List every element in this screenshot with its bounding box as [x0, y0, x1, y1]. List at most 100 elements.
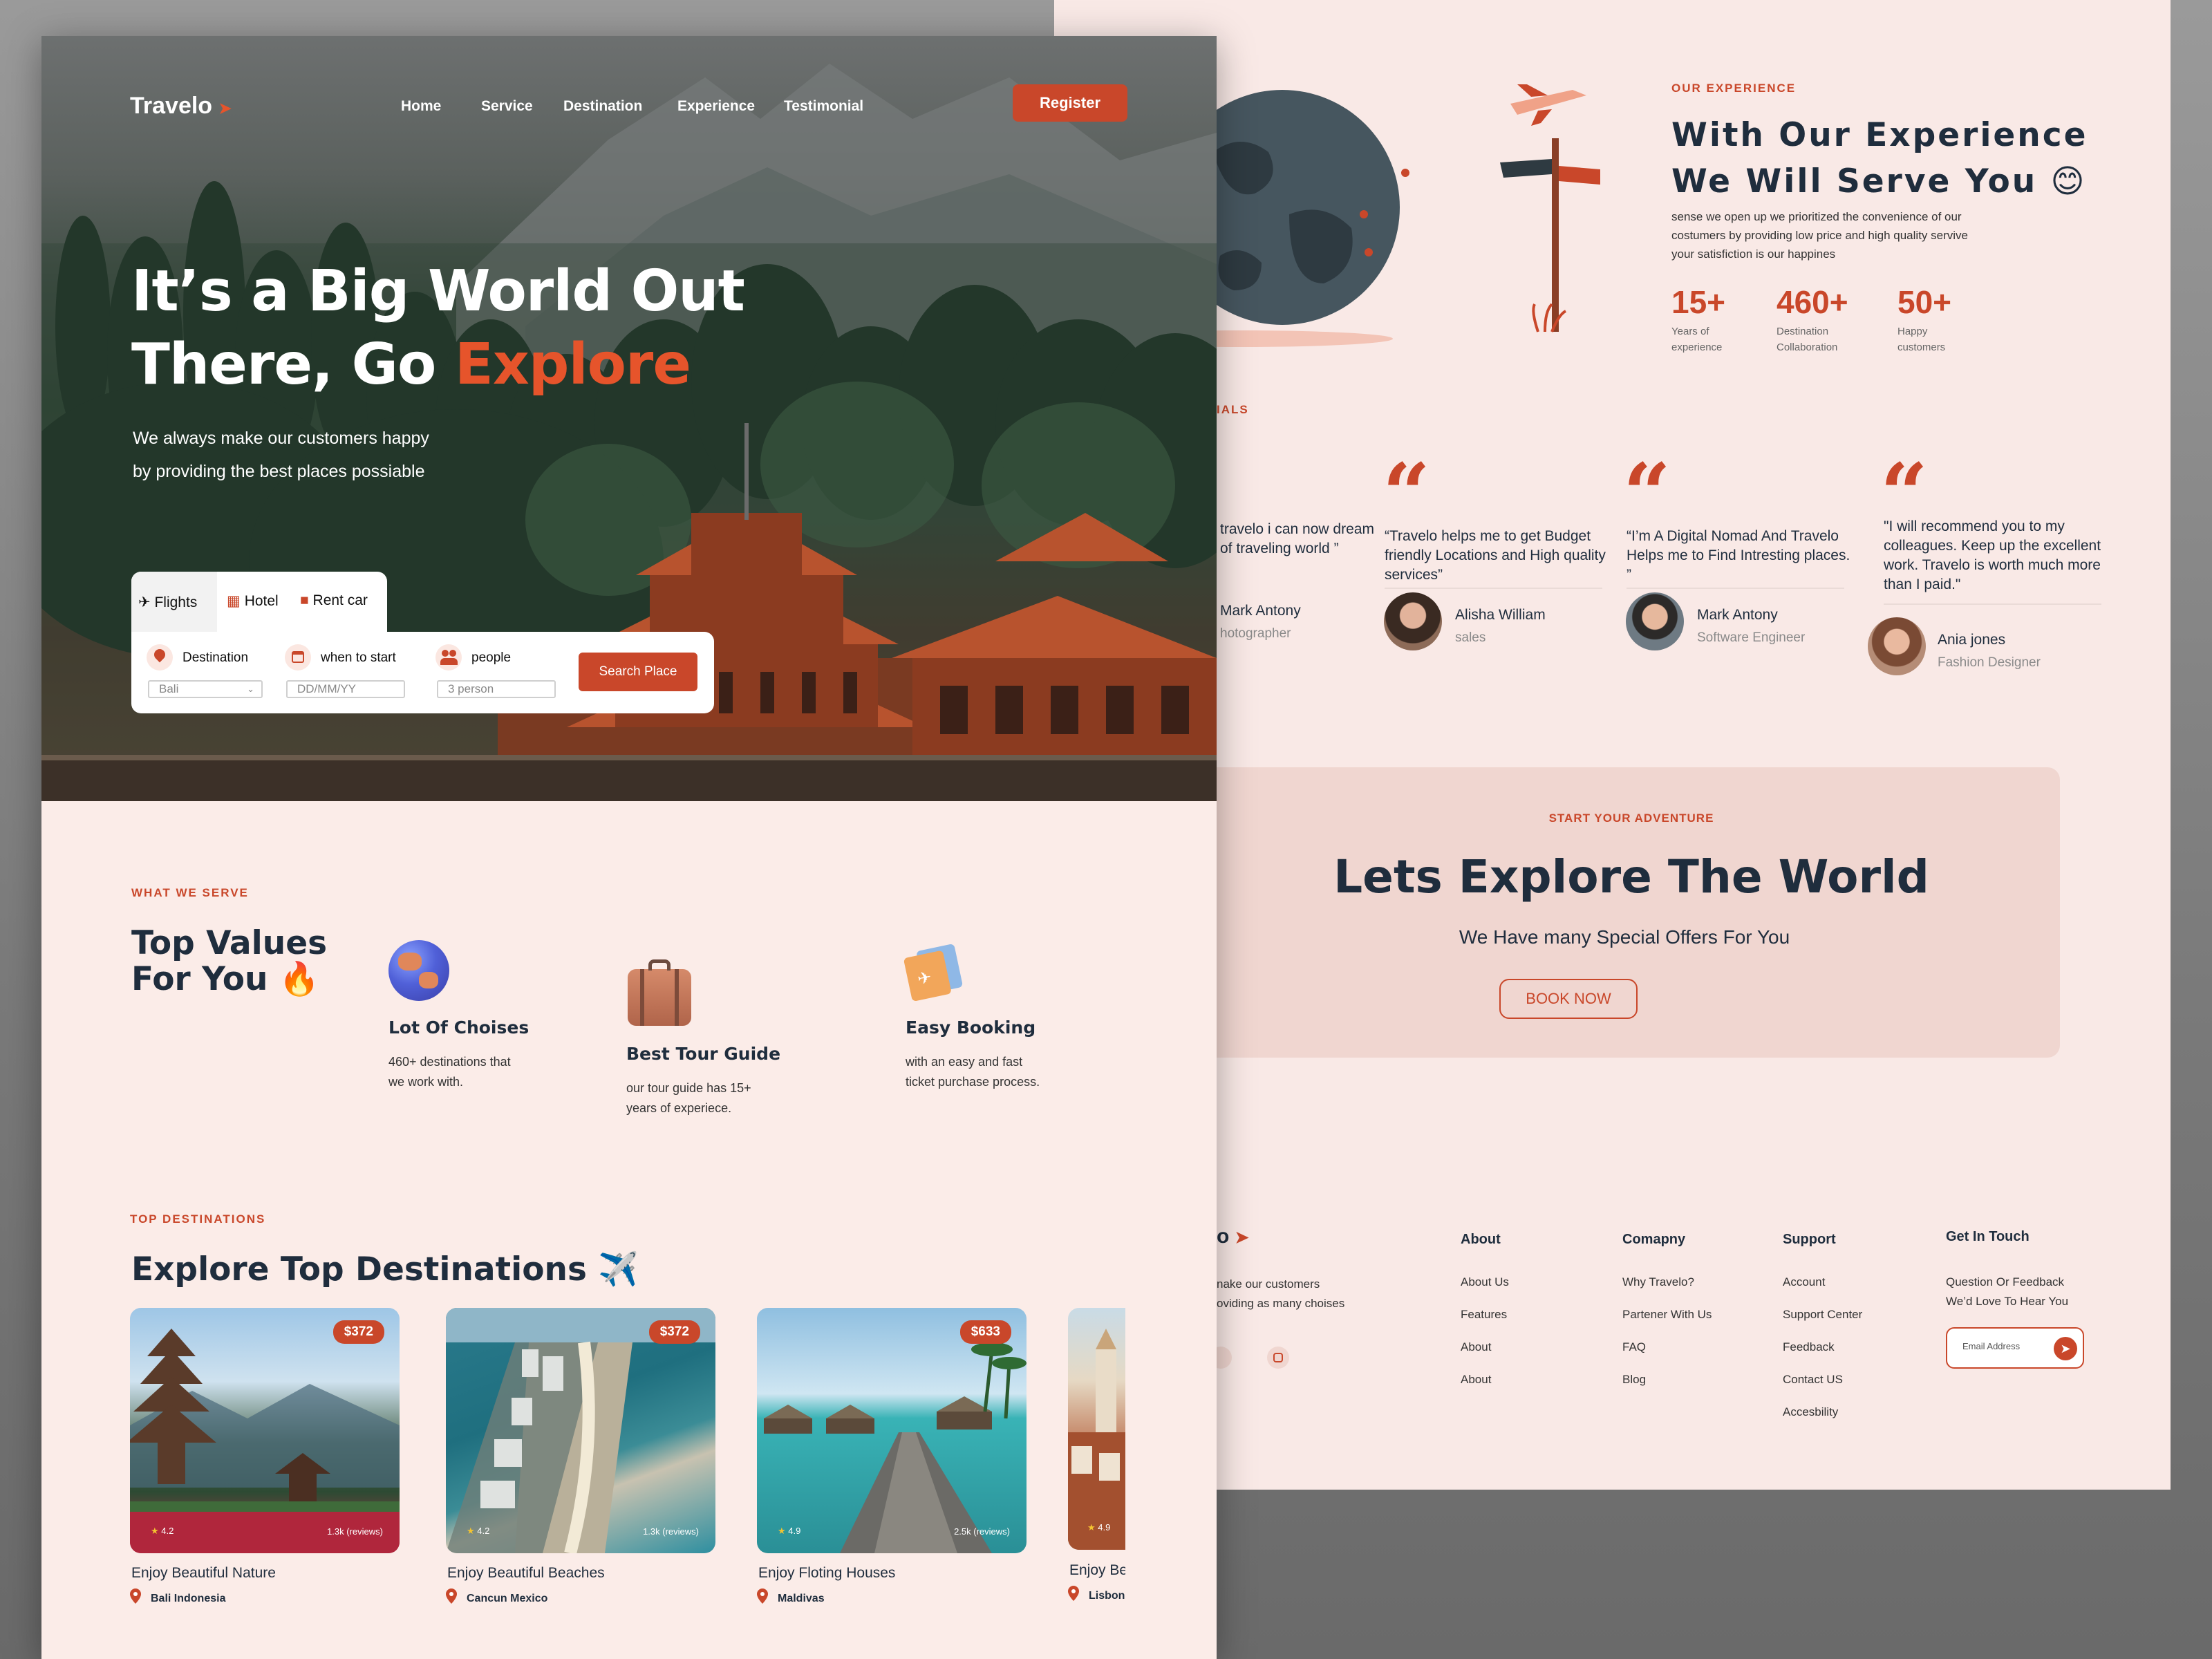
feature-text: 460+ destinations that: [388, 1055, 511, 1069]
card-location: Cancun Mexico: [467, 1593, 548, 1604]
contact-text: Question Or Feedback: [1946, 1275, 2065, 1288]
people-label: people: [471, 650, 512, 665]
location-pin-icon: [757, 1588, 768, 1604]
stat-label: experience: [1671, 341, 1723, 353]
date-input[interactable]: DD/MM/YY: [286, 680, 405, 698]
destination-card-clipped[interactable]: ★ 4.9 Enjoy Be Lisbon: [1068, 1308, 1125, 1626]
paper-plane-icon: ➤: [218, 100, 232, 117]
price-badge: $372: [332, 1320, 384, 1344]
nav-experience[interactable]: Experience: [677, 98, 755, 115]
email-input[interactable]: Email Address ➤: [1946, 1327, 2084, 1369]
tab-flights[interactable]: ✈ Flights: [138, 594, 197, 611]
instagram-icon[interactable]: [1267, 1347, 1289, 1369]
serve-eyebrow: WHAT WE SERVE: [131, 886, 249, 899]
footer-link[interactable]: Blog: [1622, 1373, 1646, 1387]
testimonial-text: “I’m A Digital Nomad And Travelo Helps m…: [1627, 528, 1850, 583]
calendar-icon: [285, 644, 311, 671]
globe-icon: [388, 940, 449, 1001]
destinations-title: Explore Top Destinations ✈️: [131, 1250, 639, 1288]
people-input[interactable]: 3 person: [437, 680, 556, 698]
cta-subtitle: We Have many Special Offers For You: [1459, 926, 1790, 948]
testimonial-text: travelo i can now dream of traveling wor…: [1220, 521, 1374, 556]
feature-title: Easy Booking: [906, 1018, 1036, 1038]
footer-link[interactable]: Partener With Us: [1622, 1308, 1712, 1322]
destination-select[interactable]: Bali ⌄: [148, 680, 263, 698]
divider: [1884, 603, 2101, 605]
testimonial-name: Alisha William: [1455, 607, 1546, 623]
landing-page-main: Travelo ➤ Home Service Destination Exper…: [41, 36, 1217, 1659]
date-label: when to start: [321, 650, 396, 665]
star-icon: ★: [151, 1526, 159, 1536]
nav-home[interactable]: Home: [401, 98, 441, 115]
car-icon: ■: [300, 592, 309, 608]
rating: ★ 4.2: [151, 1526, 174, 1536]
footer-link[interactable]: Account: [1783, 1275, 1825, 1289]
cta-title: Lets Explore The World: [1333, 850, 1929, 903]
feature-text: our tour guide has 15+: [626, 1081, 751, 1095]
footer-link[interactable]: Accesbility: [1783, 1405, 1838, 1419]
destination-card[interactable]: $633 ★ 4.9 2.5k (reviews) Enjoy Floting …: [757, 1308, 1027, 1604]
footer-link[interactable]: FAQ: [1622, 1340, 1646, 1354]
top-nav: Travelo ➤ Home Service Destination Exper…: [41, 84, 1217, 126]
footer-link[interactable]: About Us: [1461, 1275, 1509, 1289]
airplane-icon: ✈: [138, 594, 151, 610]
search-tabs: ✈ Flights ▦ Hotel ■ Rent car: [131, 572, 387, 641]
reviews-count: 2.5k (reviews): [954, 1526, 1010, 1537]
ticket-icon: ✈: [903, 943, 964, 1002]
stat-value: 50+: [1897, 284, 1952, 320]
feature-text: with an easy and fast: [906, 1055, 1023, 1069]
quote-icon: “: [1382, 445, 1431, 543]
footer-link[interactable]: Contact US: [1783, 1373, 1843, 1387]
location-pin-icon: [130, 1588, 141, 1604]
feature-title: Lot Of Choises: [388, 1018, 529, 1038]
testimonial-text: “Travelo helps me to get Budget friendly…: [1385, 528, 1606, 583]
hero-subtitle-line2: by providing the best places possiable: [133, 462, 425, 481]
email-placeholder: Email Address: [1962, 1341, 2021, 1351]
tab-hotel[interactable]: ▦ Hotel: [227, 592, 279, 610]
footer-link[interactable]: About: [1461, 1340, 1491, 1354]
destination-card[interactable]: $372 ★ 4.2 1.3k (reviews) Enjoy Beautifu…: [446, 1308, 715, 1604]
price-badge: $372: [648, 1320, 700, 1344]
nav-destination[interactable]: Destination: [563, 98, 642, 115]
logo[interactable]: Travelo ➤: [130, 93, 232, 120]
footer-link[interactable]: Features: [1461, 1308, 1507, 1322]
feature-title: Best Tour Guide: [626, 1044, 781, 1064]
people-icon: [435, 644, 462, 671]
cta-banner: START YOUR ADVENTURE Lets Explore The Wo…: [1203, 767, 2060, 1058]
destination-card[interactable]: $372 ★ 4.2 1.3k (reviews) Enjoy Beautifu…: [130, 1308, 400, 1604]
register-button[interactable]: Register: [1013, 84, 1127, 122]
hero-section: Travelo ➤ Home Service Destination Exper…: [41, 36, 1217, 801]
book-now-button[interactable]: BOOK NOW: [1499, 979, 1638, 1019]
serve-title-line1: Top Values: [131, 924, 328, 962]
footer-col-title: Support: [1783, 1232, 1836, 1247]
destination-photo: $372 ★ 4.2 1.3k (reviews): [130, 1308, 400, 1553]
testimonial-role: Fashion Designer: [1938, 655, 2041, 670]
stat-label: Collaboration: [1777, 341, 1838, 353]
card-title: Enjoy Floting Houses: [758, 1565, 896, 1581]
send-arrow-icon[interactable]: ➤: [2054, 1337, 2077, 1360]
nav-service[interactable]: Service: [481, 98, 533, 115]
testimonials-eyebrow: IALS: [1217, 403, 1249, 416]
star-icon: ★: [778, 1526, 786, 1536]
footer-link[interactable]: About: [1461, 1373, 1491, 1387]
footer-link[interactable]: Why Travelo?: [1622, 1275, 1694, 1289]
footer-logo: o ➤: [1217, 1225, 1249, 1248]
feature-text: years of experiece.: [626, 1101, 732, 1115]
destination-photo: $633 ★ 4.9 2.5k (reviews): [757, 1308, 1027, 1553]
feature-text: ticket purchase process.: [906, 1075, 1040, 1089]
stat-value: 460+: [1777, 284, 1848, 320]
testimonial-name: Mark Antony: [1220, 603, 1301, 619]
search-place-button[interactable]: Search Place: [579, 653, 697, 691]
feature-text: we work with.: [388, 1075, 464, 1089]
nav-testimonial[interactable]: Testimonial: [784, 98, 863, 115]
footer-link[interactable]: Feedback: [1783, 1340, 1835, 1354]
testimonial-role: hotographer: [1220, 626, 1291, 641]
hotel-icon: ▦: [227, 593, 241, 609]
tab-rent-car[interactable]: ■ Rent car: [300, 592, 368, 609]
testimonial-role: Software Engineer: [1697, 630, 1806, 645]
card-location: Bali Indonesia: [151, 1593, 226, 1604]
stat-label: customers: [1897, 341, 1946, 353]
footer-link[interactable]: Support Center: [1783, 1308, 1862, 1322]
stat-value: 15+: [1671, 284, 1726, 320]
reviews-count: 1.3k (reviews): [327, 1526, 383, 1537]
